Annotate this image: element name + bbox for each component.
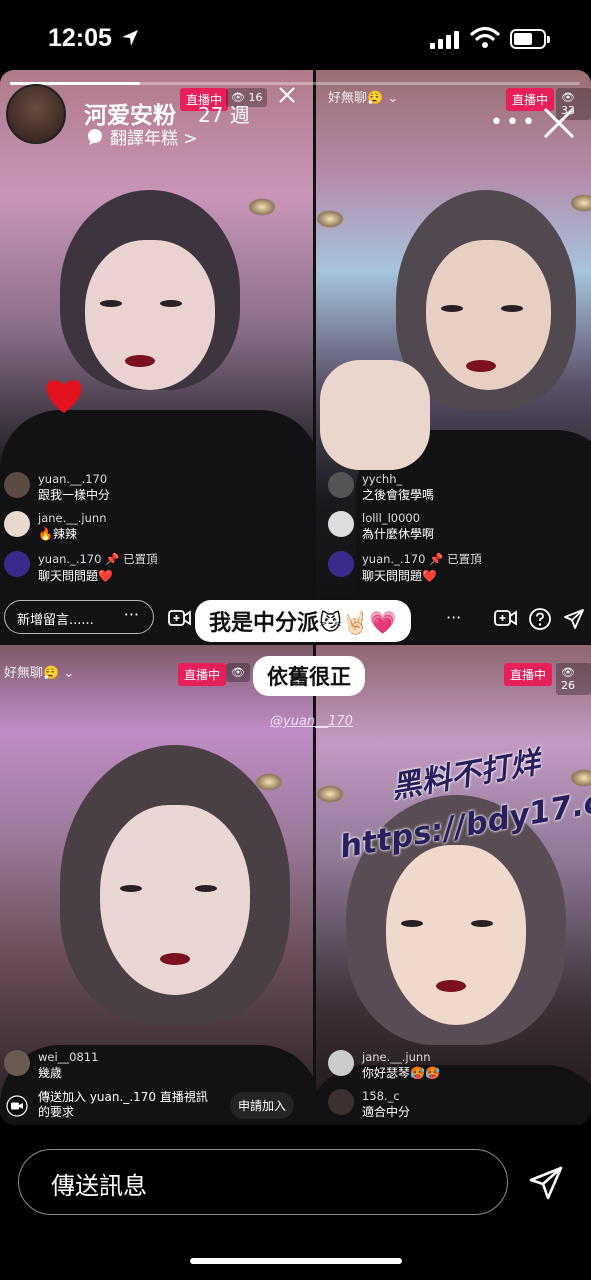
live-tile-top-left: 直播中 👁 16 yuan.__.170 跟我一樣中分 jane.__.junn 🔥…: [0, 70, 313, 643]
more-options-icon[interactable]: •••: [490, 110, 538, 135]
live-tile-bottom-left: 好無聊😮‍💨 ⌄ 直播中 👁 wei__0811 幾歲: [0, 645, 313, 1125]
comment-item: yychh_ 之後會復學嗎: [328, 472, 434, 503]
comment-item: lolll_l0000 為什麼休學啊: [328, 511, 434, 542]
text-sticker[interactable]: 依舊很正: [253, 656, 365, 696]
comment-item-pinned: yuan._.170 📌 已置頂 聊天問問題❤️: [328, 551, 482, 584]
live-tile-top-right: 好無聊😮‍💨 ⌄ 直播中 👁 33 yychh_ 之後會復學嗎 lolll_l00…: [316, 70, 591, 643]
story-header: 河爱安粉 27 週 翻譯年糕 > •••: [0, 70, 591, 149]
video-add-icon[interactable]: [168, 608, 192, 628]
live-badge: 直播中: [178, 663, 227, 686]
message-input[interactable]: 傳送訊息: [18, 1149, 508, 1215]
help-icon[interactable]: [528, 607, 552, 631]
comment-input[interactable]: 新增留言...... ···: [4, 600, 154, 634]
wifi-icon: [470, 26, 500, 48]
post-age: 27 週: [198, 103, 250, 127]
reply-bar: 傳送訊息: [0, 1125, 591, 1280]
clock: 12:05: [48, 24, 112, 52]
video-camera-icon: [6, 1095, 28, 1117]
live-tile-bottom-right: 直播中 👁 26 jane.__.junn 你好瑟琴🥵🥵 158._c 適合中分: [316, 645, 591, 1125]
viewer-count: 👁 26: [556, 663, 591, 695]
more-options-icon[interactable]: ···: [446, 608, 461, 627]
cellular-signal-icon: [430, 31, 459, 49]
status-bar: 12:05: [0, 0, 591, 70]
home-indicator[interactable]: [190, 1258, 402, 1264]
comment-item: wei__0811 幾歲: [4, 1050, 98, 1081]
comment-item-pinned: yuan._.170 📌 已置頂 聊天問問題❤️: [4, 551, 158, 584]
comment-item: yuan.__.170 跟我一樣中分: [4, 472, 110, 503]
story-viewer: 直播中 👁 16 yuan.__.170 跟我一樣中分 jane.__.junn 🔥…: [0, 70, 591, 1125]
request-join-button[interactable]: 申請加入: [230, 1092, 295, 1119]
live-badge: 直播中: [504, 663, 553, 686]
comment-item: 158._c 適合中分: [328, 1089, 410, 1120]
send-icon[interactable]: [562, 607, 586, 631]
comment-item: jane.__.junn 你好瑟琴🥵🥵: [328, 1050, 440, 1081]
comment-item: jane.__.junn 🔥辣辣: [4, 511, 106, 542]
avatar[interactable]: [6, 84, 66, 144]
battery-icon: [510, 29, 550, 49]
video-add-icon[interactable]: [494, 608, 518, 628]
viewer-count: 👁: [226, 663, 250, 682]
translate-link[interactable]: 翻譯年糕 >: [86, 124, 198, 149]
streamer-name: 好無聊😮‍💨 ⌄: [4, 666, 75, 681]
send-icon[interactable]: [528, 1165, 564, 1201]
hand: [320, 360, 430, 470]
heart-icon: [46, 380, 82, 413]
text-sticker[interactable]: 我是中分派😼🤘🏻💗: [195, 600, 411, 642]
join-request-text: 傳送加入 yuan._.170 直播視訊的要求: [38, 1090, 208, 1119]
translate-icon: [88, 128, 102, 145]
screen: 12:05 直播中 👁 16 yuan.__.170 跟我一樣中分 jane.__…: [0, 0, 591, 1280]
mention-sticker[interactable]: @yuan__170: [270, 714, 353, 729]
close-icon[interactable]: [542, 106, 576, 140]
story-progress-bar: [10, 82, 580, 85]
location-arrow-icon: [122, 30, 138, 46]
